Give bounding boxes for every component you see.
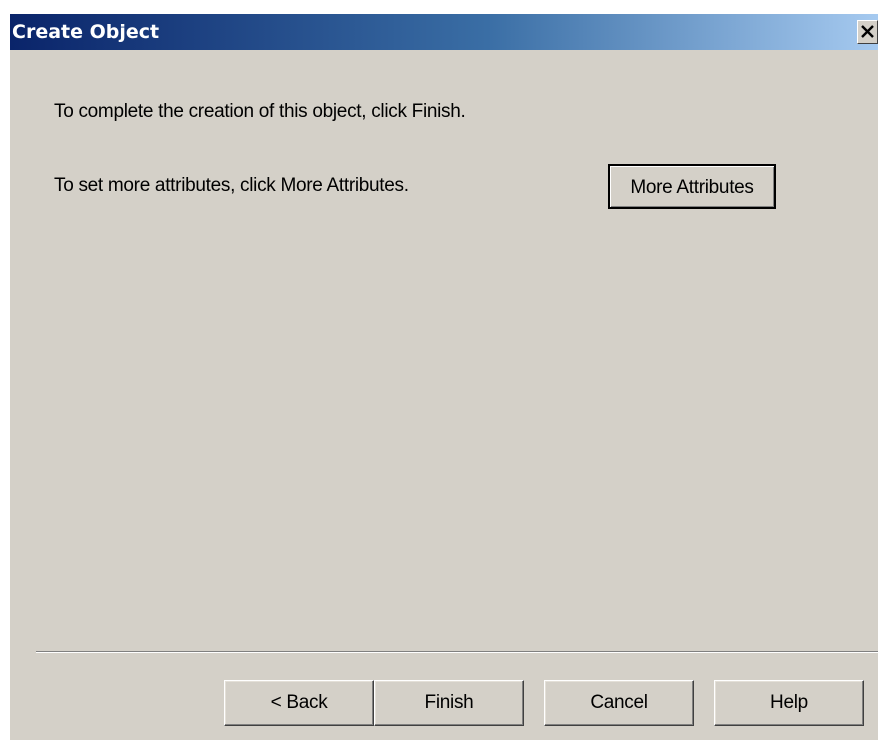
back-button[interactable]: < Back: [224, 680, 374, 726]
title-bar[interactable]: Create Object: [10, 14, 878, 50]
create-object-dialog: Create Object To complete the creation o…: [10, 14, 878, 740]
finish-instruction-text: To complete the creation of this object,…: [54, 101, 466, 122]
attributes-instruction-text: To set more attributes, click More Attri…: [54, 175, 409, 196]
close-icon: [861, 25, 874, 38]
window-title: Create Object: [12, 21, 160, 43]
footer-separator: [36, 651, 878, 653]
cancel-button[interactable]: Cancel: [544, 680, 694, 726]
help-button[interactable]: Help: [714, 680, 864, 726]
close-button[interactable]: [857, 20, 878, 44]
finish-button[interactable]: Finish: [374, 680, 524, 726]
more-attributes-button[interactable]: More Attributes: [608, 164, 776, 209]
